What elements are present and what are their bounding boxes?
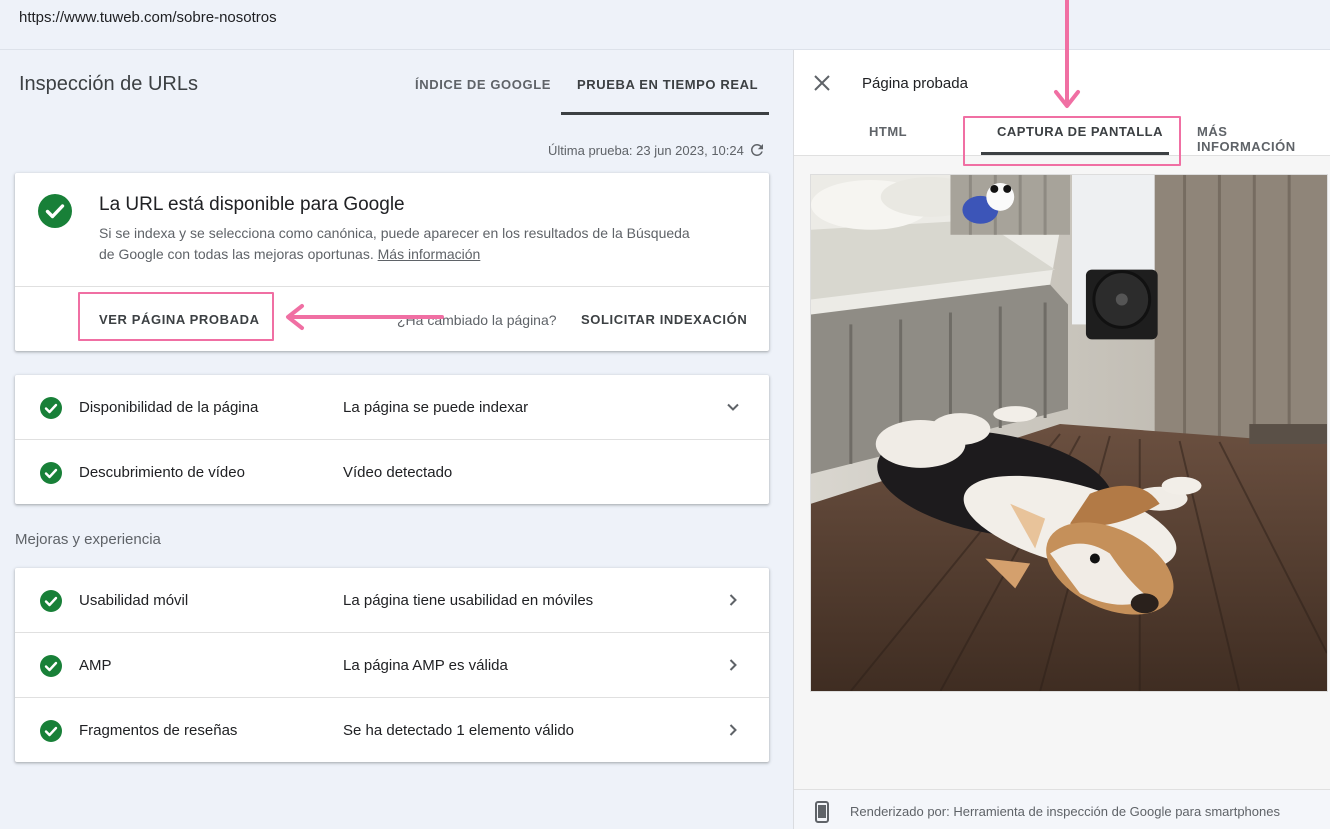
smartphone-icon bbox=[815, 801, 829, 823]
list-item-video-discovery: Descubrimiento de vídeo Vídeo detectado bbox=[15, 440, 769, 505]
row-value: La página AMP es válida bbox=[343, 657, 508, 674]
chevron-right-icon[interactable] bbox=[723, 590, 743, 610]
list-item-review-snippets[interactable]: Fragmentos de reseñas Se ha detectado 1 … bbox=[15, 698, 769, 763]
tab-html[interactable]: HTML bbox=[869, 124, 907, 139]
refresh-icon[interactable] bbox=[748, 141, 766, 159]
page-title: Inspección de URLs bbox=[19, 73, 198, 95]
tab-more-info[interactable]: MÁS INFORMACIÓN bbox=[1197, 124, 1330, 154]
row-label: Disponibilidad de la página bbox=[79, 399, 259, 416]
row-value: Vídeo detectado bbox=[343, 464, 453, 481]
divider bbox=[15, 286, 769, 287]
row-label: Usabilidad móvil bbox=[79, 592, 189, 609]
url-text: https://www.tuweb.com/sobre-nosotros bbox=[19, 9, 277, 26]
row-label: Fragmentos de reseñas bbox=[79, 722, 238, 739]
check-circle-icon bbox=[40, 590, 62, 612]
render-footer: Renderizado por: Herramienta de inspecci… bbox=[794, 790, 1330, 829]
row-value: Se ha detectado 1 elemento válido bbox=[343, 722, 574, 739]
screenshot-viewport[interactable] bbox=[794, 156, 1330, 790]
tab-google-index[interactable]: ÍNDICE DE GOOGLE bbox=[415, 77, 551, 92]
last-test-timestamp: Última prueba: 23 jun 2023, 10:24 bbox=[548, 143, 744, 158]
check-circle-icon bbox=[40, 655, 62, 677]
tested-page-panel: Página probada HTML CAPTURA DE PANTALLA … bbox=[793, 50, 1330, 829]
check-circle-icon bbox=[40, 720, 62, 742]
row-label: Descubrimiento de vídeo bbox=[79, 464, 245, 481]
highlight-view-tested-page bbox=[78, 292, 274, 341]
check-circle-icon bbox=[38, 194, 72, 228]
row-value: La página se puede indexar bbox=[343, 399, 529, 416]
coverage-card: Disponibilidad de la página La página se… bbox=[15, 375, 769, 504]
list-item-amp[interactable]: AMP La página AMP es válida bbox=[15, 633, 769, 698]
request-indexing-button[interactable]: SOLICITAR INDEXACIÓN bbox=[581, 312, 747, 327]
list-item-mobile-usability[interactable]: Usabilidad móvil La página tiene usabili… bbox=[15, 568, 769, 633]
close-icon[interactable] bbox=[812, 73, 832, 93]
section-heading: Mejoras y experiencia bbox=[15, 531, 161, 548]
rendered-by-text: Renderizado por: Herramienta de inspecci… bbox=[850, 804, 1280, 819]
enhancements-card: Usabilidad móvil La página tiene usabili… bbox=[15, 568, 769, 762]
status-title: La URL está disponible para Google bbox=[99, 194, 405, 215]
highlight-screenshot-tab bbox=[963, 116, 1181, 166]
list-item-page-availability[interactable]: Disponibilidad de la página La página se… bbox=[15, 375, 769, 440]
panel-title: Página probada bbox=[862, 75, 968, 92]
more-info-link[interactable]: Más información bbox=[378, 246, 481, 262]
chevron-right-icon[interactable] bbox=[723, 655, 743, 675]
status-description: Si se indexa y se selecciona como canóni… bbox=[99, 223, 699, 265]
address-bar[interactable]: https://www.tuweb.com/sobre-nosotros bbox=[0, 0, 1330, 50]
chevron-right-icon[interactable] bbox=[723, 720, 743, 740]
check-circle-icon bbox=[40, 462, 62, 484]
tab-live-test[interactable]: PRUEBA EN TIEMPO REAL bbox=[577, 77, 758, 92]
chevron-down-icon[interactable] bbox=[723, 397, 743, 417]
annotation-arrow-down-icon bbox=[1054, 0, 1080, 108]
annotation-arrow-left-icon bbox=[286, 304, 444, 330]
row-value: La página tiene usabilidad en móviles bbox=[343, 592, 594, 609]
page-screenshot-image bbox=[810, 174, 1328, 692]
active-tab-indicator bbox=[561, 112, 769, 115]
row-label: AMP bbox=[79, 657, 112, 674]
check-circle-icon bbox=[40, 397, 62, 419]
